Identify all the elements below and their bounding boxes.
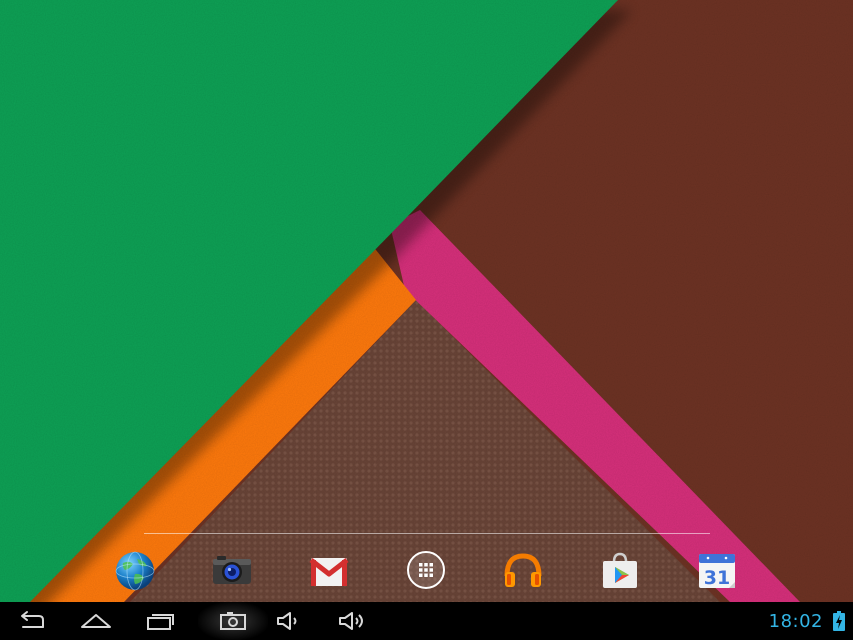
calendar-app-button[interactable]: 31 bbox=[695, 548, 739, 592]
recent-apps-icon bbox=[147, 614, 174, 630]
wallpaper bbox=[0, 0, 853, 602]
volume-up-button[interactable] bbox=[326, 602, 378, 640]
back-button[interactable] bbox=[6, 602, 58, 640]
app-drawer-icon bbox=[407, 551, 445, 589]
system-navigation-bar: 18:02 bbox=[0, 602, 853, 640]
status-area[interactable]: 18:02 bbox=[769, 602, 845, 640]
play-music-app-button[interactable] bbox=[501, 548, 545, 592]
camera-app-button[interactable] bbox=[210, 548, 254, 592]
gmail-icon bbox=[309, 558, 349, 586]
browser-app-button[interactable] bbox=[113, 548, 157, 592]
screenshot-icon bbox=[220, 612, 246, 630]
gmail-app-button[interactable] bbox=[307, 548, 351, 592]
all-apps-button[interactable] bbox=[404, 548, 448, 592]
recent-apps-button[interactable] bbox=[134, 602, 186, 640]
play-store-app-button[interactable] bbox=[598, 548, 642, 592]
clock: 18:02 bbox=[768, 610, 823, 632]
screenshot-button[interactable] bbox=[198, 602, 268, 640]
volume-down-button[interactable] bbox=[262, 602, 314, 640]
camera-icon bbox=[213, 556, 251, 584]
home-icon bbox=[81, 614, 111, 628]
play-music-headphones-icon bbox=[504, 553, 542, 587]
browser-globe-icon bbox=[115, 551, 155, 591]
volume-up-icon bbox=[339, 612, 363, 630]
hotseat-dock: 31 bbox=[0, 540, 853, 602]
home-button[interactable] bbox=[70, 602, 122, 640]
calendar-icon: 31 bbox=[699, 554, 735, 589]
calendar-day-number: 31 bbox=[704, 567, 730, 589]
volume-down-icon bbox=[277, 612, 297, 630]
back-icon bbox=[21, 611, 44, 628]
battery-charging-icon bbox=[833, 611, 845, 631]
dock-divider bbox=[144, 533, 710, 534]
play-store-icon bbox=[603, 552, 637, 588]
